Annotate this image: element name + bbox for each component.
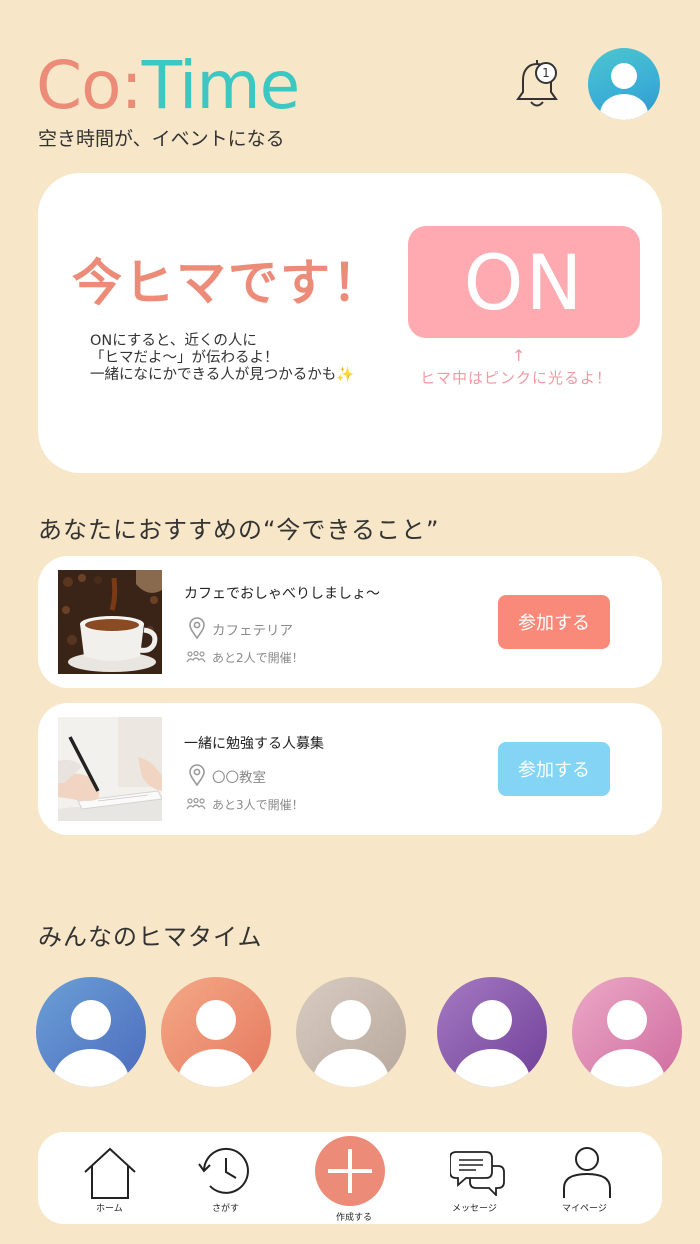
person-silhouette-icon	[589, 1000, 665, 1087]
event-title: カフェでおしゃべりしましょ〜	[184, 586, 380, 602]
chat-icon[interactable]	[450, 1150, 506, 1196]
status-title: 今ヒマです！	[72, 254, 384, 312]
person-icon[interactable]	[562, 1146, 612, 1200]
member-avatar[interactable]	[36, 977, 146, 1087]
plus-icon	[328, 1149, 372, 1193]
up-arrow-icon: ↑	[512, 346, 526, 365]
tagline: 空き時間が、イベントになる	[38, 128, 285, 150]
nav-label: さがす	[212, 1204, 240, 1214]
member-avatar[interactable]	[296, 977, 406, 1087]
create-button[interactable]	[315, 1136, 385, 1206]
member-avatar[interactable]	[161, 977, 271, 1087]
event-place: 〇〇教室	[212, 770, 266, 786]
coffee-cup-image	[58, 570, 162, 674]
nav-label: メッセージ	[452, 1204, 497, 1214]
join-button[interactable]: 参加する	[498, 742, 610, 796]
event-place: カフェテリア	[212, 623, 293, 639]
person-silhouette-icon	[178, 1000, 254, 1087]
history-clock-icon[interactable]	[196, 1146, 252, 1198]
member-avatar[interactable]	[572, 977, 682, 1087]
group-icon	[186, 650, 206, 663]
members-section-title: みんなのヒマタイム	[38, 923, 263, 951]
person-silhouette-icon	[600, 63, 648, 120]
user-avatar[interactable]	[588, 48, 660, 120]
nav-label: マイページ	[562, 1204, 607, 1214]
person-silhouette-icon	[313, 1000, 389, 1087]
group-icon	[186, 797, 206, 810]
writing-notebook-image	[58, 717, 162, 821]
join-button[interactable]: 参加する	[498, 595, 610, 649]
status-description: ONにすると、近くの人に 「ヒマだよ〜」が伝わるよ！ 一緒になにかできる人が見つ…	[90, 333, 354, 384]
on-toggle-button[interactable]: ON	[408, 226, 640, 338]
home-icon[interactable]	[82, 1146, 138, 1200]
app-logo: Co:Time	[36, 47, 301, 124]
status-desc-line: ONにすると、近くの人に	[90, 333, 257, 349]
member-avatar[interactable]	[437, 977, 547, 1087]
location-pin-icon	[189, 617, 205, 639]
event-card[interactable]: カフェでおしゃべりしましょ〜 カフェテリア あと2人で開催！ 参加する	[38, 556, 662, 688]
event-people: あと2人で開催！	[212, 651, 304, 665]
toggle-hint: ヒマ中はピンクに光るよ！	[420, 369, 613, 387]
logo-time: Time	[141, 47, 301, 124]
status-desc-line: 一緒になにかできる人が見つかるかも✨	[90, 367, 355, 383]
nav-label: ホーム	[96, 1204, 123, 1214]
nav-label: 作成する	[336, 1213, 373, 1223]
logo-co: Co:	[36, 47, 143, 124]
person-silhouette-icon	[454, 1000, 530, 1087]
notification-badge: 1	[535, 62, 557, 84]
event-card[interactable]: 一緒に勉強する人募集 〇〇教室 あと3人で開催！ 参加する	[38, 703, 662, 835]
location-pin-icon	[189, 764, 205, 786]
recommend-section-title: あなたにおすすめの“今できること”	[38, 516, 440, 544]
event-title: 一緒に勉強する人募集	[184, 736, 324, 752]
person-silhouette-icon	[53, 1000, 129, 1087]
event-people: あと3人で開催！	[212, 798, 304, 812]
status-desc-line: 「ヒマだよ〜」が伝わるよ！	[90, 350, 279, 366]
